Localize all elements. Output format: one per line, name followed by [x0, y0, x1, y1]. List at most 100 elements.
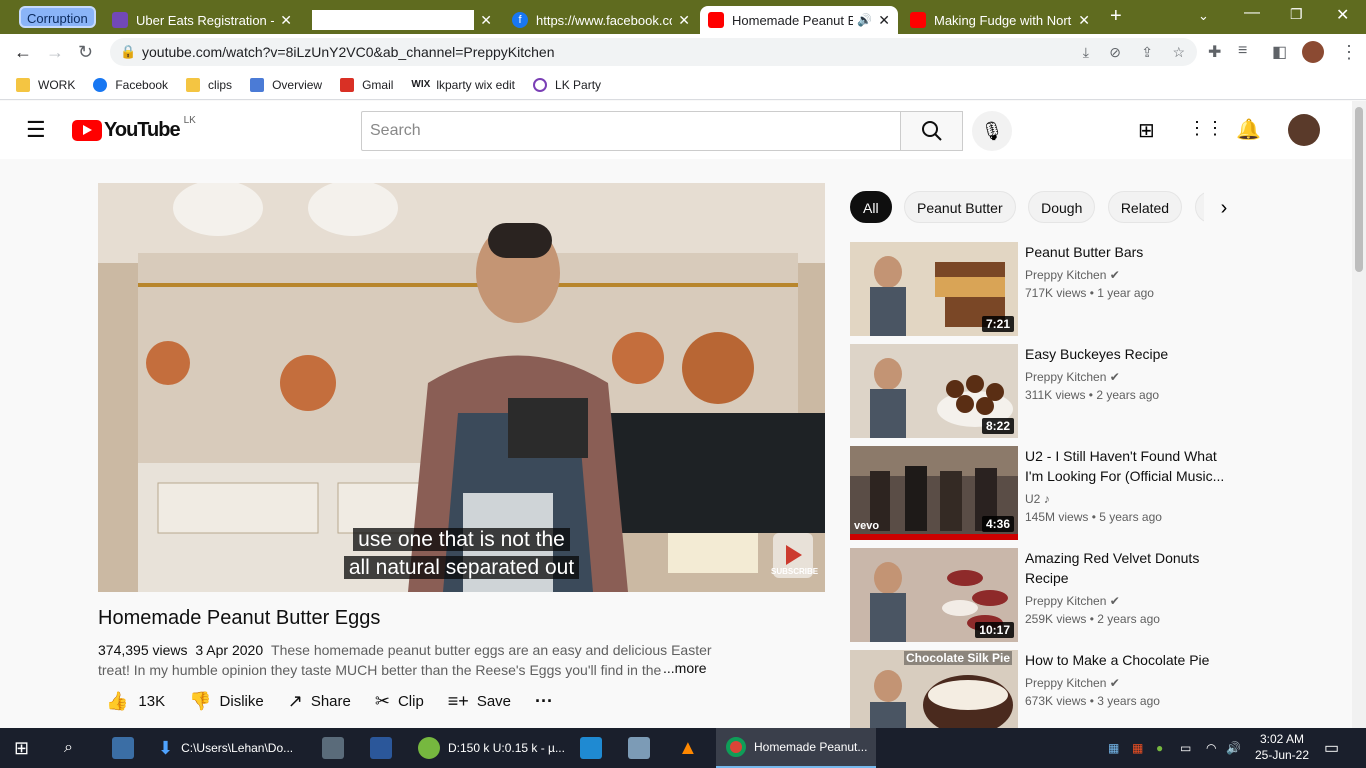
vscode-icon[interactable] — [580, 728, 602, 768]
recommendation-channel[interactable]: U2 ♪ — [1025, 492, 1050, 506]
close-icon[interactable]: ✕ — [1078, 12, 1090, 29]
chip-all[interactable]: All — [850, 191, 892, 223]
share-button[interactable]: ↗ Share — [288, 691, 351, 712]
tray-utorrent-icon[interactable]: ● — [1156, 728, 1163, 768]
youtube-logo[interactable]: YouTube LK — [72, 115, 196, 142]
clip-button[interactable]: ✂ Clip — [375, 691, 424, 712]
recommendation-item[interactable]: 7:21 Peanut Butter Bars Preppy Kitchen ✔… — [850, 242, 1230, 336]
volume-icon[interactable]: 🔊 — [1226, 728, 1241, 768]
more-actions-icon[interactable]: ··· — [535, 691, 553, 712]
close-icon[interactable]: ✕ — [280, 12, 292, 29]
tab-uber-eats[interactable]: Uber Eats Registration - L ✕ — [104, 6, 300, 34]
battery-icon[interactable]: ▭ — [1180, 728, 1191, 768]
video-thumbnail[interactable]: 8:22 — [850, 344, 1018, 438]
video-player[interactable]: use one that is not the all natural sepa… — [98, 183, 825, 592]
taskbar-file-explorer[interactable]: ⬇ C:\Users\Lehan\Do... — [150, 728, 304, 768]
bookmark-facebook[interactable]: Facebook — [93, 77, 168, 92]
omnibox[interactable]: 🔒 youtube.com/watch?v=8iLzUnY2VC0&ab_cha… — [110, 38, 1197, 66]
notification-center-icon[interactable]: ▭ — [1324, 728, 1339, 768]
save-button[interactable]: ≡+ Save — [448, 691, 511, 712]
video-description-box[interactable]: 374,395 views 3 Apr 2020 These homemade … — [98, 640, 718, 680]
subscribe-overlay[interactable]: SUBSCRIBE — [771, 567, 818, 576]
tray-office-icon[interactable]: ▦ — [1132, 728, 1143, 768]
create-video-icon[interactable]: ⊞ — [1138, 118, 1155, 143]
profile-avatar[interactable] — [1302, 41, 1324, 63]
recommendation-item[interactable]: vevo 4:36 U2 - I Still Haven't Found Wha… — [850, 446, 1230, 540]
install-icon[interactable]: ⤓ — [1083, 38, 1089, 66]
recommendation-title[interactable]: How to Make a Chocolate Pie — [1025, 650, 1230, 670]
chip-related[interactable]: Related — [1107, 191, 1183, 223]
forward-icon[interactable]: → — [46, 42, 64, 63]
new-tab-icon[interactable]: + — [1110, 5, 1122, 28]
account-avatar[interactable] — [1288, 114, 1320, 146]
recommendation-channel[interactable]: Preppy Kitchen ✔ — [1025, 268, 1120, 282]
extensions-icon[interactable]: ✚ — [1208, 42, 1221, 62]
tab-homemade-peanut[interactable]: Homemade Peanut B 🔊 ✕ — [700, 6, 898, 34]
minimize-icon[interactable]: — — [1244, 4, 1260, 22]
close-icon[interactable]: ✕ — [480, 12, 492, 29]
search-input[interactable]: Search — [361, 111, 901, 151]
video-thumbnail[interactable]: Chocolate Silk Pie — [850, 650, 1018, 728]
taskbar-utorrent[interactable]: D:150 k U:0.15 k - µ... — [410, 728, 570, 768]
notifications-bell-icon[interactable]: 🔔 — [1236, 117, 1261, 142]
tab-search-icon[interactable]: ⌄ — [1198, 8, 1209, 24]
window-close-icon[interactable]: ✕ — [1336, 5, 1349, 25]
apps-grid-icon[interactable]: ⋮⋮ — [1188, 118, 1224, 139]
recommendation-item[interactable]: 10:17 Amazing Red Velvet Donuts Recipe P… — [850, 548, 1230, 642]
windows-start-icon[interactable]: ⊞ — [14, 728, 29, 768]
video-thumbnail[interactable]: vevo 4:36 — [850, 446, 1018, 540]
tab-group-label[interactable]: Corruption — [19, 6, 96, 28]
bookmark-overview[interactable]: Overview — [250, 77, 322, 92]
chip-peanut-butter[interactable]: Peanut Butter — [904, 191, 1016, 223]
tracking-off-icon[interactable]: ⊘ — [1109, 38, 1121, 66]
media-control-icon[interactable]: ≡ — [1238, 42, 1247, 60]
bookmark-lk-party[interactable]: LK Party — [533, 77, 601, 92]
chevron-right-icon[interactable]: › — [1204, 191, 1244, 225]
word-icon[interactable] — [370, 728, 392, 768]
close-icon[interactable]: ✕ — [678, 12, 690, 29]
recommendation-channel[interactable]: Preppy Kitchen ✔ — [1025, 676, 1120, 690]
recommendation-item[interactable]: 8:22 Easy Buckeyes Recipe Preppy Kitchen… — [850, 344, 1230, 438]
hamburger-menu-icon[interactable]: ☰ — [26, 117, 46, 143]
paint-icon[interactable] — [628, 728, 650, 768]
share-icon[interactable]: ⇪ — [1141, 38, 1153, 66]
wifi-icon[interactable]: ◠ — [1206, 728, 1216, 768]
dislike-button[interactable]: 👎 Dislike — [189, 691, 264, 712]
scrollbar-thumb[interactable] — [1355, 107, 1363, 272]
recommendation-channel[interactable]: Preppy Kitchen ✔ — [1025, 370, 1120, 384]
search-icon[interactable]: ⌕ — [64, 728, 73, 768]
vlc-icon[interactable]: ▲ — [678, 728, 698, 768]
tab-blank[interactable]: ✕ — [304, 6, 500, 34]
like-button[interactable]: 👍 13K — [106, 691, 165, 712]
tray-app-icon[interactable]: ▦ — [1108, 728, 1119, 768]
recommendation-channel[interactable]: Preppy Kitchen ✔ — [1025, 594, 1120, 608]
close-icon[interactable]: ✕ — [878, 12, 890, 29]
taskbar-chrome[interactable]: Homemade Peanut... — [716, 728, 876, 768]
chip-dough[interactable]: Dough — [1028, 191, 1096, 223]
reload-icon[interactable]: ↻ — [78, 42, 93, 63]
restore-icon[interactable]: ❐ — [1290, 6, 1303, 23]
search-button[interactable] — [900, 111, 963, 151]
video-thumbnail[interactable]: 7:21 — [850, 242, 1018, 336]
recommendation-title[interactable]: Peanut Butter Bars — [1025, 242, 1230, 262]
more-link[interactable]: ...more — [661, 660, 707, 676]
menu-dots-icon[interactable]: ⋮ — [1340, 42, 1358, 63]
clock[interactable]: 3:02 AM 25-Jun-22 — [1252, 731, 1312, 763]
bookmark-star-icon[interactable]: ☆ — [1172, 38, 1185, 66]
video-thumbnail[interactable]: 10:17 — [850, 548, 1018, 642]
bookmark-wix[interactable]: WIX lkparty wix edit — [411, 78, 515, 92]
bookmark-work[interactable]: WORK — [16, 77, 75, 92]
bookmark-gmail[interactable]: Gmail — [340, 77, 393, 92]
side-panel-icon[interactable]: ◧ — [1272, 42, 1287, 62]
back-icon[interactable]: ← — [14, 42, 32, 63]
bookmark-clips[interactable]: clips — [186, 77, 232, 92]
recommendation-title[interactable]: Easy Buckeyes Recipe — [1025, 344, 1230, 364]
recommendation-title[interactable]: U2 - I Still Haven't Found What I'm Look… — [1025, 446, 1230, 486]
desktop-app-icon[interactable] — [112, 728, 134, 768]
recommendation-title[interactable]: Amazing Red Velvet Donuts Recipe — [1025, 548, 1230, 588]
microphone-icon[interactable]: 🎙 — [972, 111, 1012, 151]
speaker-icon[interactable]: 🔊 — [857, 13, 872, 27]
calculator-icon[interactable] — [322, 728, 344, 768]
recommendation-item[interactable]: Chocolate Silk Pie How to Make a Chocola… — [850, 650, 1230, 728]
page-scrollbar[interactable] — [1352, 101, 1366, 728]
